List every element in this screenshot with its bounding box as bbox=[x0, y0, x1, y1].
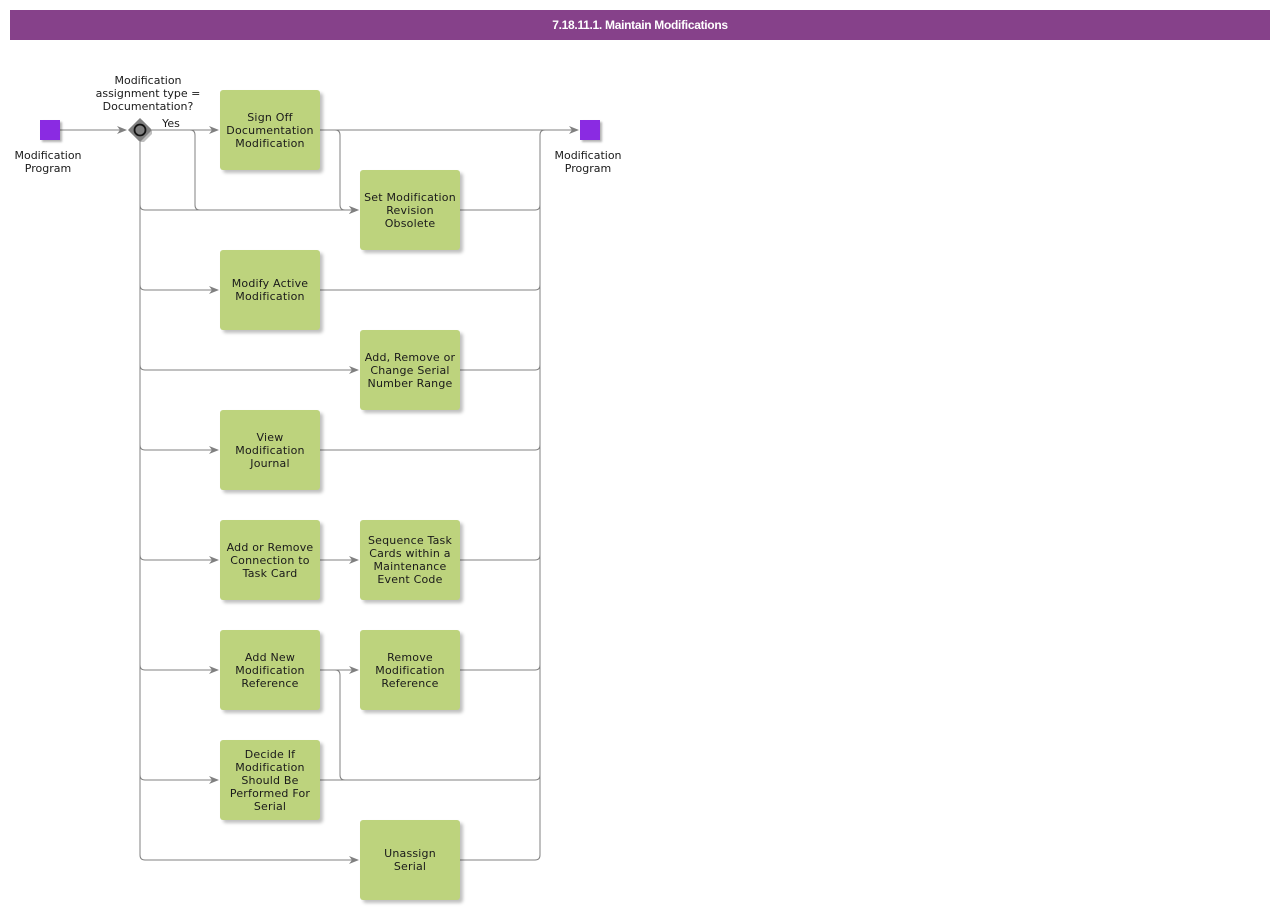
edge-merge-bus bbox=[539, 129, 546, 855]
task-modify-active-modification[interactable]: Modify Active Modification bbox=[220, 250, 320, 330]
edge-trunk-to-decide-serial bbox=[139, 774, 219, 784]
edge-remove-ref-to-bus bbox=[460, 664, 541, 671]
edge-unassign-to-bus bbox=[460, 854, 541, 861]
exclusive-gateway-icon[interactable] bbox=[128, 118, 152, 142]
task-sign-off-documentation[interactable]: Sign Off Documentation Modification bbox=[220, 90, 320, 170]
end-event-icon[interactable] bbox=[580, 120, 600, 140]
edge-sequence-to-bus bbox=[460, 554, 541, 561]
edge-trunk-to-add-reference bbox=[139, 664, 219, 674]
edge-trunk-to-view-journal bbox=[139, 444, 219, 454]
edge-modify-active-to-bus bbox=[320, 284, 541, 291]
edge-set-obsolete-to-bus bbox=[460, 204, 541, 211]
edge-trunk-to-set-obsolete bbox=[139, 204, 359, 214]
edge-view-journal-to-bus bbox=[320, 444, 541, 451]
task-add-modification-reference[interactable]: Add New Modification Reference bbox=[220, 630, 320, 710]
connector-layer bbox=[60, 126, 579, 864]
task-sequence-task-cards[interactable]: Sequence Task Cards within a Maintenance… bbox=[360, 520, 460, 600]
edge-yes-branch-to-set-obsolete bbox=[189, 129, 201, 211]
edge-trunk-to-modify-active bbox=[139, 284, 219, 294]
start-event-label: Modification Program bbox=[14, 149, 82, 175]
task-task-card-connection[interactable]: Add or Remove Connection to Task Card bbox=[220, 520, 320, 600]
task-view-modification-journal[interactable]: View Modification Journal bbox=[220, 410, 320, 490]
edge-trunk-to-task-card-connection bbox=[139, 554, 219, 564]
gateway-question: Modification assignment type = Documenta… bbox=[95, 74, 201, 113]
task-set-modification-obsolete[interactable]: Set Modification Revision Obsolete bbox=[360, 170, 460, 250]
edge-serial-range-to-bus bbox=[460, 364, 541, 371]
edge-trunk-to-serial-range bbox=[139, 364, 359, 374]
task-decide-serial[interactable]: Decide If Modification Should Be Perform… bbox=[220, 740, 320, 820]
start-event-icon[interactable] bbox=[40, 120, 60, 140]
gateway-yes-label: Yes bbox=[162, 117, 180, 130]
task-remove-modification-reference[interactable]: Remove Modification Reference bbox=[360, 630, 460, 710]
task-serial-number-range[interactable]: Add, Remove or Change Serial Number Rang… bbox=[360, 330, 460, 410]
edge-sign-off-to-set-obsolete bbox=[334, 129, 359, 214]
task-unassign-serial[interactable]: Unassign Serial bbox=[360, 820, 460, 900]
end-event-label: Modification Program bbox=[554, 149, 622, 175]
